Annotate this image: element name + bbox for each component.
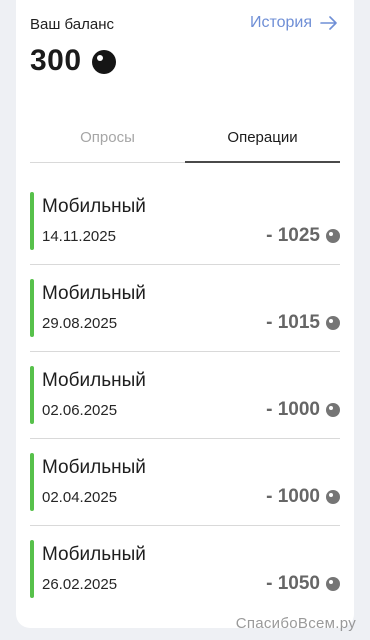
list-item[interactable]: Мобильный 29.08.2025 - 1015 <box>30 265 340 352</box>
operation-amount: - 1050 <box>266 573 340 595</box>
operation-status-bar <box>30 540 34 598</box>
history-link[interactable]: История <box>250 14 338 32</box>
operation-date: 14.11.2025 <box>42 228 116 245</box>
history-label: История <box>249 14 312 31</box>
operation-status-bar <box>30 366 34 424</box>
ball-icon <box>326 316 340 330</box>
list-item[interactable]: Мобильный 14.11.2025 - 1025 <box>30 178 340 265</box>
list-item[interactable]: Мобильный 02.06.2025 - 1000 <box>30 352 340 439</box>
operation-title: Мобильный <box>42 457 146 478</box>
operation-amount-value: - 1000 <box>266 486 320 507</box>
tab-surveys[interactable]: Опросы <box>30 112 185 162</box>
ball-icon <box>326 577 340 591</box>
balance-amount: 300 <box>30 44 116 78</box>
operation-amount: - 1015 <box>266 312 340 334</box>
operation-status-bar <box>30 192 34 250</box>
operation-title: Мобильный <box>42 196 146 217</box>
balance-label: Ваш баланс <box>30 16 115 33</box>
operation-title: Мобильный <box>42 370 146 391</box>
tab-operations[interactable]: Операции <box>185 112 340 163</box>
operation-amount: - 1025 <box>266 225 340 247</box>
watermark: СпасибоВсем.ру <box>235 615 356 632</box>
operation-amount-value: - 1050 <box>266 573 320 594</box>
list-item[interactable]: Мобильный 26.02.2025 - 1050 <box>30 526 340 612</box>
operation-title: Мобильный <box>42 283 146 304</box>
operation-amount-value: - 1025 <box>266 225 320 246</box>
operation-title: Мобильный <box>42 544 146 565</box>
operations-list: Мобильный 14.11.2025 - 1025 Мобильный 29… <box>30 178 340 612</box>
operation-status-bar <box>30 453 34 511</box>
ball-icon <box>326 403 340 417</box>
operation-status-bar <box>30 279 34 337</box>
operation-amount-value: - 1015 <box>266 312 320 333</box>
ball-icon <box>91 50 116 74</box>
list-item[interactable]: Мобильный 02.04.2025 - 1000 <box>30 439 340 526</box>
balance-value: 300 <box>30 44 82 77</box>
operation-amount: - 1000 <box>266 399 340 421</box>
operation-date: 26.02.2025 <box>42 576 118 593</box>
operation-amount: - 1000 <box>266 486 340 508</box>
ball-icon <box>326 229 340 243</box>
tabs-bar: Опросы Операции <box>30 112 340 163</box>
arrow-right-icon <box>320 16 337 30</box>
operation-date: 29.08.2025 <box>42 315 118 332</box>
operation-date: 02.06.2025 <box>42 402 118 419</box>
operation-amount-value: - 1000 <box>266 399 320 420</box>
ball-icon <box>326 490 340 504</box>
operation-date: 02.04.2025 <box>42 489 118 506</box>
